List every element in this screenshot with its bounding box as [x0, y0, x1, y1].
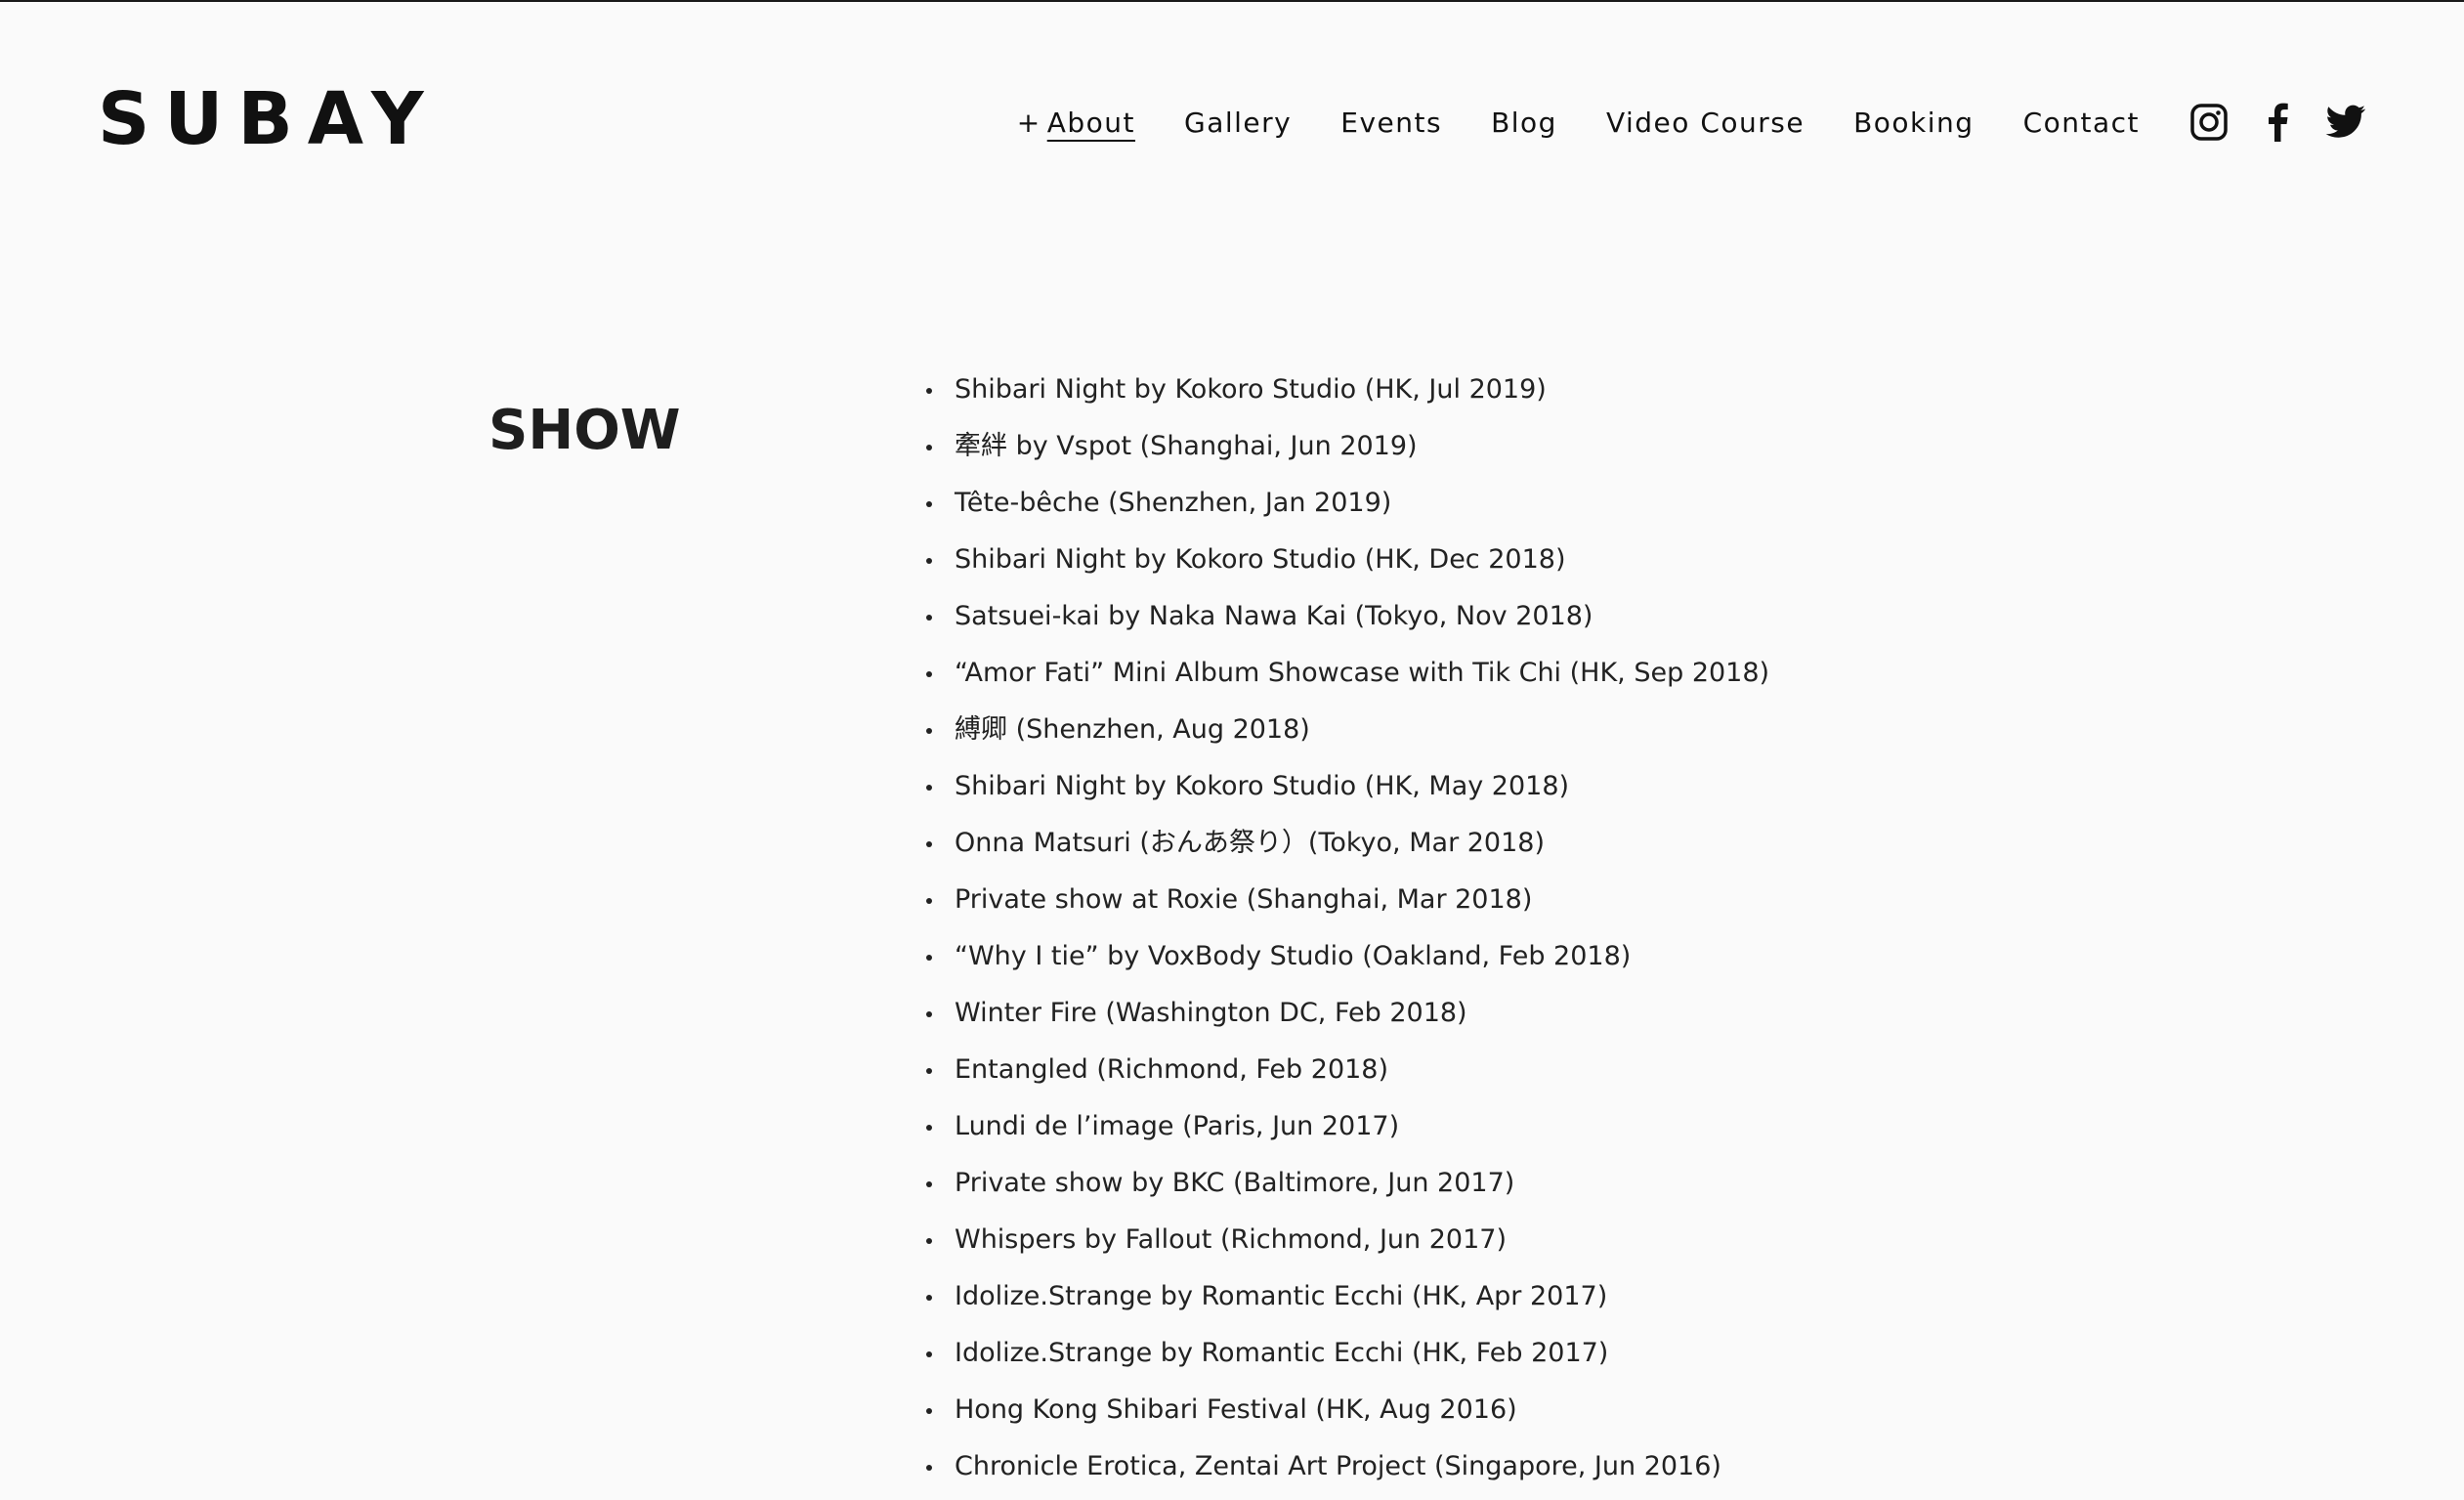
show-list: Shibari Night by Kokoro Studio (HK, Jul …: [923, 366, 1769, 1500]
site-logo[interactable]: SUBAY: [98, 80, 439, 158]
nav-item-about-label: About: [1046, 106, 1136, 139]
nav-item-booking[interactable]: Booking: [1853, 107, 1974, 139]
list-item: 縛卿 (Shenzhen, Aug 2018): [923, 707, 1769, 763]
site-header: SUBAY + About Gallery Events Blog Video C…: [0, 0, 2464, 244]
list-item: Private show at Roxie (Shanghai, Mar 201…: [923, 877, 1769, 933]
list-item: Satsuei-kai by Naka Nawa Kai (Tokyo, Nov…: [923, 593, 1769, 650]
list-item: 牽絆 by Vspot (Shanghai, Jun 2019): [923, 423, 1769, 480]
list-item: Shibari Night by Kokoro Studio (HK, Dec …: [923, 536, 1769, 593]
nav-item-gallery[interactable]: Gallery: [1184, 107, 1292, 139]
nav-item-about[interactable]: + About: [1017, 107, 1135, 139]
list-item: “Amor Fati” Mini Album Showcase with Tik…: [923, 650, 1769, 707]
list-item: Chronicle Erotica, Zentai Art Project (S…: [923, 1443, 1769, 1500]
list-item: Tête-bêche (Shenzhen, Jan 2019): [923, 480, 1769, 536]
nav-item-contact[interactable]: Contact: [2023, 107, 2140, 139]
list-item: Idolize.Strange by Romantic Ecchi (HK, F…: [923, 1330, 1769, 1387]
facebook-icon[interactable]: [2257, 102, 2298, 143]
social-links: [2188, 102, 2366, 143]
list-item: Shibari Night by Kokoro Studio (HK, May …: [923, 763, 1769, 820]
list-item: Lundi de l’image (Paris, Jun 2017): [923, 1103, 1769, 1160]
list-item: “Why I tie” by VoxBody Studio (Oakland, …: [923, 933, 1769, 990]
nav-item-video-course[interactable]: Video Course: [1606, 107, 1805, 139]
list-item: Winter Fire (Washington DC, Feb 2018): [923, 990, 1769, 1047]
list-item: Onna Matsuri (おんあ祭り）(Tokyo, Mar 2018): [923, 820, 1769, 877]
twitter-icon[interactable]: [2325, 102, 2366, 143]
list-item: Shibari Night by Kokoro Studio (HK, Jul …: [923, 366, 1769, 423]
list-item: Whispers by Fallout (Richmond, Jun 2017): [923, 1217, 1769, 1273]
nav-item-blog[interactable]: Blog: [1491, 107, 1557, 139]
list-item: Idolize.Strange by Romantic Ecchi (HK, A…: [923, 1273, 1769, 1330]
list-item: Entangled (Richmond, Feb 2018): [923, 1047, 1769, 1103]
nav-item-events[interactable]: Events: [1340, 107, 1442, 139]
instagram-icon[interactable]: [2188, 102, 2230, 143]
main-nav: + About Gallery Events Blog Video Course …: [1017, 98, 2366, 147]
list-item: Hong Kong Shibari Festival (HK, Aug 2016…: [923, 1387, 1769, 1443]
nav-about-expand-prefix: +: [1016, 106, 1041, 139]
list-item: Private show by BKC (Baltimore, Jun 2017…: [923, 1160, 1769, 1217]
section-title-show: SHOW: [489, 399, 681, 463]
